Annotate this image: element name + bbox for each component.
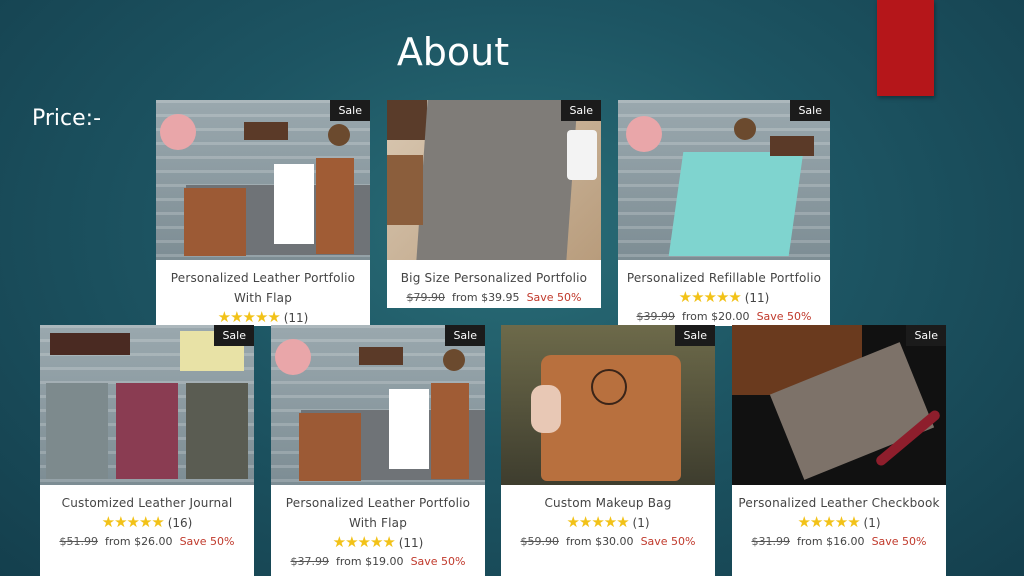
original-price: $31.99 <box>751 535 790 548</box>
discount-label: Save 50% <box>756 310 812 323</box>
product-image[interactable]: Sale <box>387 100 601 260</box>
sale-price: from $39.95 <box>451 291 520 304</box>
product-name[interactable]: Customized Leather Journal <box>40 493 254 513</box>
product-card[interactable]: Sale Personalized Leather Checkbook ★★★★… <box>732 325 946 576</box>
original-price: $59.90 <box>520 535 559 548</box>
product-card[interactable]: Sale Personalized Refillable Portfolio ★… <box>618 100 830 326</box>
sale-price: from $26.00 <box>104 535 173 548</box>
product-image[interactable]: Sale <box>40 325 254 485</box>
review-count: (1) <box>863 516 881 530</box>
discount-label: Save 50% <box>410 555 466 568</box>
sale-badge: Sale <box>561 100 601 121</box>
product-card[interactable]: Sale Personalized Leather Portfolio With… <box>271 325 485 576</box>
original-price: $37.99 <box>290 555 329 568</box>
sale-price: from $20.00 <box>681 310 750 323</box>
star-rating-icon: ★★★★★ <box>678 288 742 306</box>
product-name[interactable]: Personalized Refillable Portfolio <box>618 268 830 288</box>
review-count: (11) <box>283 311 309 325</box>
product-name[interactable]: Personalized Leather Checkbook <box>732 493 946 513</box>
discount-label: Save 50% <box>526 291 582 304</box>
star-rating-icon: ★★★★★ <box>217 308 281 326</box>
sale-badge: Sale <box>445 325 485 346</box>
product-name[interactable]: Personalized Leather Portfolio With Flap <box>271 493 485 533</box>
sale-price: from $16.00 <box>796 535 865 548</box>
discount-label: Save 50% <box>871 535 927 548</box>
review-count: (1) <box>632 516 650 530</box>
product-card[interactable]: Sale Customized Leather Journal ★★★★★ (1… <box>40 325 254 576</box>
sale-badge: Sale <box>790 100 830 121</box>
slide-title: About <box>396 30 510 74</box>
star-rating-icon: ★★★★★ <box>566 513 629 531</box>
price-label: Price:- <box>32 106 102 131</box>
discount-label: Save 50% <box>179 535 235 548</box>
product-name[interactable]: Personalized Leather Portfolio With Flap <box>156 268 370 308</box>
star-rating-icon: ★★★★★ <box>332 533 396 551</box>
review-count: (16) <box>167 516 193 530</box>
sale-price: from $19.00 <box>335 555 404 568</box>
star-rating-icon: ★★★★★ <box>101 513 165 531</box>
product-card[interactable]: Sale Custom Makeup Bag ★★★★★ (1) $59.90 … <box>501 325 715 576</box>
product-image[interactable]: Sale <box>501 325 715 485</box>
product-image[interactable]: Sale <box>618 100 830 260</box>
product-card[interactable]: Sale Big Size Personalized Portfolio $79… <box>387 100 601 308</box>
sale-badge: Sale <box>330 100 370 121</box>
original-price: $79.90 <box>406 291 445 304</box>
product-image[interactable]: Sale <box>732 325 946 485</box>
original-price: $39.99 <box>636 310 675 323</box>
review-count: (11) <box>744 291 770 305</box>
review-count: (11) <box>398 536 424 550</box>
discount-label: Save 50% <box>640 535 696 548</box>
product-image[interactable]: Sale <box>271 325 485 485</box>
product-name[interactable]: Custom Makeup Bag <box>501 493 715 513</box>
product-name[interactable]: Big Size Personalized Portfolio <box>387 268 601 288</box>
sale-badge: Sale <box>214 325 254 346</box>
sale-price: from $30.00 <box>565 535 634 548</box>
sale-badge: Sale <box>675 325 715 346</box>
sale-badge: Sale <box>906 325 946 346</box>
original-price: $51.99 <box>59 535 98 548</box>
star-rating-icon: ★★★★★ <box>797 513 860 531</box>
product-card[interactable]: Sale Personalized Leather Portfolio With… <box>156 100 370 326</box>
product-image[interactable]: Sale <box>156 100 370 260</box>
